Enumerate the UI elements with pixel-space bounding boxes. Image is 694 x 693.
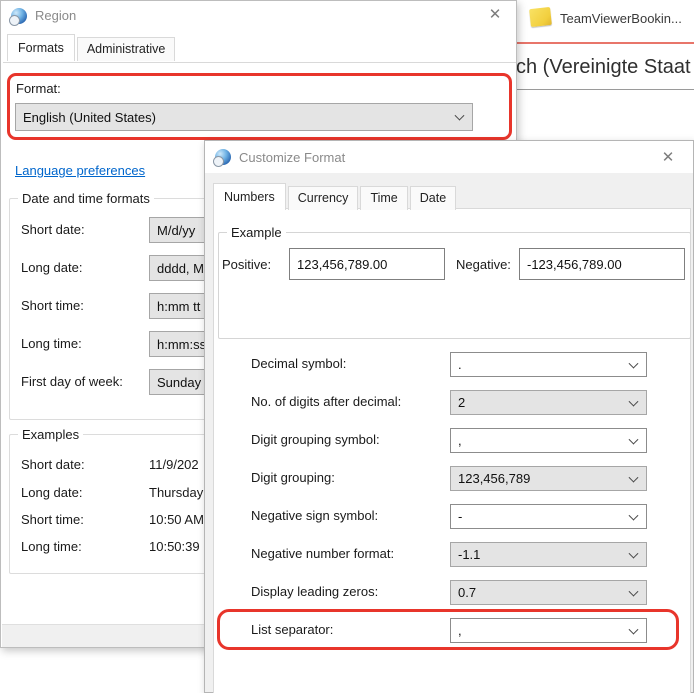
datetime-formats-group-title: Date and time formats — [18, 191, 154, 206]
tab-formats[interactable]: Formats — [7, 34, 75, 61]
chevron-down-icon — [629, 396, 639, 406]
chevron-down-icon — [629, 358, 639, 368]
example-long-date-value: Thursday — [149, 485, 203, 500]
region-titlebar: Region ✕ — [1, 1, 516, 31]
example-long-time-value: 10:50:39 — [149, 539, 200, 554]
long-date-label: Long date: — [21, 260, 82, 275]
chevron-down-icon — [455, 111, 465, 121]
example-short-date-label: Short date: — [21, 457, 85, 472]
format-label: Format: — [16, 81, 61, 96]
customize-close-icon[interactable]: ✕ — [659, 149, 677, 167]
digit-grouping-symbol-label: Digit grouping symbol: — [251, 432, 380, 447]
first-day-label: First day of week: — [21, 374, 123, 389]
decimal-symbol-select[interactable]: . — [450, 352, 647, 377]
chevron-down-icon — [629, 434, 639, 444]
customize-titlebar: Customize Format ✕ — [205, 141, 693, 173]
positive-example-value: 123,456,789.00 — [297, 257, 387, 272]
tab-date[interactable]: Date — [410, 186, 456, 210]
chevron-down-icon — [629, 586, 639, 596]
short-date-label: Short date: — [21, 222, 85, 237]
positive-label: Positive: — [222, 257, 271, 272]
negative-sign-symbol-value: - — [458, 509, 462, 524]
region-tab-strip: Formats Administrative — [7, 34, 177, 61]
long-time-value: h:mm:ss — [157, 337, 206, 352]
display-leading-zeros-label: Display leading zeros: — [251, 584, 378, 599]
display-leading-zeros-select[interactable]: 0.7 — [450, 580, 647, 605]
list-separator-value: , — [458, 623, 462, 638]
digits-after-decimal-select[interactable]: 2 — [450, 390, 647, 415]
negative-number-format-value: -1.1 — [458, 547, 480, 562]
digits-after-decimal-label: No. of digits after decimal: — [251, 394, 401, 409]
background-window: TeamViewerBookin... ch (Vereinigte Staat — [500, 0, 694, 150]
chevron-down-icon — [629, 624, 639, 634]
tab-administrative[interactable]: Administrative — [77, 37, 176, 61]
list-separator-label: List separator: — [251, 622, 333, 637]
sticky-note-icon — [529, 7, 552, 27]
positive-example-field[interactable]: 123,456,789.00 — [289, 248, 445, 280]
long-time-label: Long time: — [21, 336, 82, 351]
decimal-symbol-value: . — [458, 357, 462, 372]
short-time-value: h:mm tt — [157, 299, 200, 314]
example-short-time-value: 10:50 AM — [149, 512, 204, 527]
digit-grouping-value: 123,456,789 — [458, 471, 530, 486]
negative-example-value: -123,456,789.00 — [527, 257, 622, 272]
number-example-group-title: Example — [227, 225, 286, 240]
first-day-value: Sunday — [157, 375, 201, 390]
region-close-icon[interactable]: ✕ — [486, 6, 504, 24]
digit-grouping-select[interactable]: 123,456,789 — [450, 466, 647, 491]
long-date-value: dddd, M — [157, 261, 204, 276]
region-globe-icon — [11, 8, 27, 24]
example-long-date-label: Long date: — [21, 485, 82, 500]
negative-number-format-select[interactable]: -1.1 — [450, 542, 647, 567]
chevron-down-icon — [629, 472, 639, 482]
format-select[interactable]: English (United States) — [15, 103, 473, 131]
region-title: Region — [35, 8, 76, 23]
digit-grouping-symbol-select[interactable]: , — [450, 428, 647, 453]
chevron-down-icon — [629, 510, 639, 520]
background-dropdown-underline — [516, 89, 694, 90]
tab-time[interactable]: Time — [360, 186, 407, 210]
digit-grouping-symbol-value: , — [458, 433, 462, 448]
negative-example-field[interactable]: -123,456,789.00 — [519, 248, 685, 280]
tab-currency[interactable]: Currency — [288, 186, 359, 210]
customize-format-dialog: Customize Format ✕ Numbers Currency Time… — [204, 140, 694, 693]
customize-globe-icon — [215, 149, 231, 165]
short-date-value: M/d/yy — [157, 223, 195, 238]
examples-group-title: Examples — [18, 427, 83, 442]
negative-sign-symbol-label: Negative sign symbol: — [251, 508, 378, 523]
tab-numbers[interactable]: Numbers — [213, 183, 286, 210]
format-select-value: English (United States) — [23, 110, 156, 125]
list-separator-select[interactable]: , — [450, 618, 647, 643]
screen: TeamViewerBookin... ch (Vereinigte Staat… — [0, 0, 694, 693]
example-short-time-label: Short time: — [21, 512, 84, 527]
background-format-dropdown-text: ch (Vereinigte Staat — [516, 56, 691, 79]
background-file-label[interactable]: TeamViewerBookin... — [560, 11, 682, 26]
short-time-label: Short time: — [21, 298, 84, 313]
digits-after-decimal-value: 2 — [458, 395, 465, 410]
display-leading-zeros-value: 0.7 — [458, 585, 476, 600]
number-example-group: Example — [218, 225, 691, 339]
example-long-time-label: Long time: — [21, 539, 82, 554]
digit-grouping-label: Digit grouping: — [251, 470, 335, 485]
negative-label: Negative: — [456, 257, 511, 272]
background-accent-line — [508, 42, 694, 44]
customize-tab-strip: Numbers Currency Time Date — [213, 183, 458, 210]
negative-number-format-label: Negative number format: — [251, 546, 394, 561]
negative-sign-symbol-select[interactable]: - — [450, 504, 647, 529]
decimal-symbol-label: Decimal symbol: — [251, 356, 346, 371]
language-preferences-link[interactable]: Language preferences — [15, 163, 145, 178]
customize-title: Customize Format — [239, 150, 345, 165]
chevron-down-icon — [629, 548, 639, 558]
example-short-date-value: 11/9/202 — [149, 457, 199, 472]
